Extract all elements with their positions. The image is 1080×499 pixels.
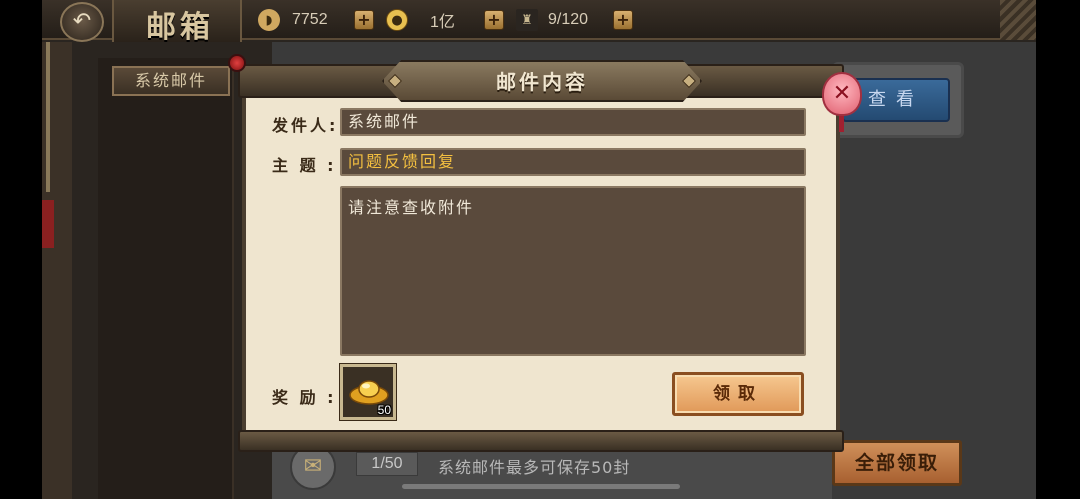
title-plate: 邮箱 [112,0,242,45]
game-screen: ↶ 邮箱 ◗ 7752 + ● 1亿 + ♜ 9/120 + 系统邮件 查看 ✉… [42,0,1036,499]
reward-count: 50 [377,403,391,417]
stamina-amount: 9/120 [548,11,589,28]
subject-label: 主 题 : [272,156,337,175]
lantern-tassel [839,116,844,132]
corner-decoration [1000,0,1036,40]
add-ingot-button[interactable]: + [354,10,374,30]
mail-list-panel [98,58,234,499]
dialog-title: 邮件内容 [496,70,588,94]
reward-item-slot[interactable]: 50 [339,363,397,421]
resource-ingot: ◗ 7752 [258,8,328,32]
top-bar: ↶ 邮箱 ◗ 7752 + ● 1亿 + ♜ 9/120 + [42,0,1036,45]
back-button[interactable]: ↶ [60,2,104,42]
claim-button[interactable]: 领取 [672,372,804,416]
ingot-icon: ◗ [258,9,280,31]
back-arrow-icon: ↶ [72,9,92,34]
close-button[interactable]: ✕ [822,72,862,116]
scroll-indicator[interactable] [402,484,680,489]
add-coin-button[interactable]: + [484,10,504,30]
stamina-icon: ♜ [516,9,538,31]
mail-count: 1/50 [356,452,418,476]
page-title: 邮箱 [146,10,214,45]
collect-all-button[interactable]: 全部领取 [832,440,962,486]
dialog-body: 发件人: 系统邮件 主 题 : 问题反馈回复 请注意查收附件 奖 励 : 50 … [242,98,840,432]
coin-icon: ● [386,9,408,31]
ingot-amount: 7752 [292,11,328,28]
mail-body-text: 请注意查收附件 [340,186,806,356]
rope-decoration [46,42,50,192]
close-icon: ✕ [832,81,852,106]
dialog-footer [238,430,844,452]
sender-field: 系统邮件 [340,108,806,136]
tassel-decoration [42,200,54,248]
subject-field: 问题反馈回复 [340,148,806,176]
tab-system-mail[interactable]: 系统邮件 [112,66,230,96]
add-stamina-button[interactable]: + [613,10,633,30]
resource-coin: ● 1亿 [386,8,455,32]
left-letterbox [0,0,42,499]
sender-label: 发件人: [272,116,339,135]
mail-limit-text: 系统邮件最多可保存50封 [438,458,631,477]
right-letterbox [1036,0,1080,499]
resource-stamina: ♜ 9/120 [516,8,588,32]
pin-decoration [228,54,246,72]
mail-dialog: 发件人: 系统邮件 主 题 : 问题反馈回复 请注意查收附件 奖 励 : 50 … [228,54,862,454]
reward-label: 奖 励 : [272,388,337,407]
coin-amount: 1亿 [430,14,455,31]
gold-ingot-icon [349,380,389,405]
